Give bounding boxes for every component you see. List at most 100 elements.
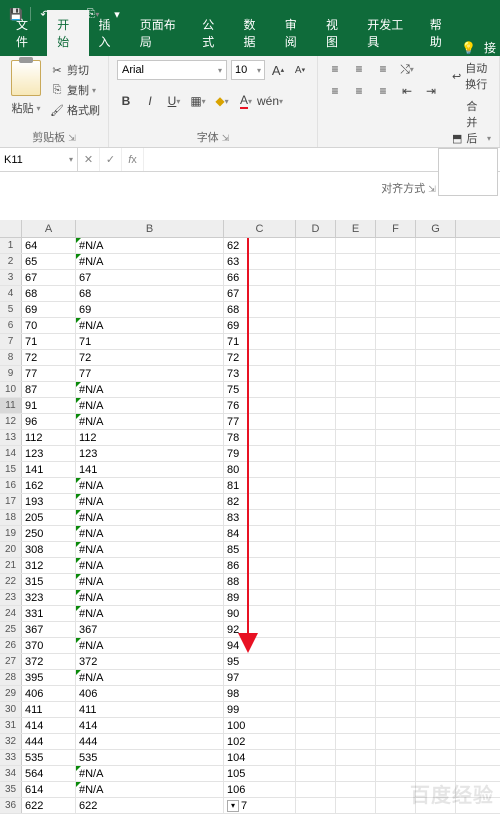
cell[interactable]: 123 xyxy=(22,446,76,461)
cell[interactable] xyxy=(296,430,336,445)
cell[interactable]: 112 xyxy=(76,430,224,445)
cell[interactable] xyxy=(336,686,376,701)
table-row[interactable]: 28395#N/A97 xyxy=(0,670,500,686)
cell[interactable] xyxy=(376,350,416,365)
cell[interactable] xyxy=(336,510,376,525)
cell[interactable] xyxy=(416,430,456,445)
row-header[interactable]: 18 xyxy=(0,510,22,525)
cell[interactable] xyxy=(296,302,336,317)
cell[interactable] xyxy=(336,718,376,733)
cell[interactable]: 444 xyxy=(76,734,224,749)
row-header[interactable]: 36 xyxy=(0,798,22,813)
cell[interactable] xyxy=(416,494,456,509)
tab-layout[interactable]: 页面布局 xyxy=(130,10,193,56)
cell[interactable]: 367 xyxy=(76,622,224,637)
cell[interactable] xyxy=(416,686,456,701)
phonetic-button[interactable]: wén▾ xyxy=(261,92,279,110)
row-header[interactable]: 9 xyxy=(0,366,22,381)
font-launcher[interactable]: ⇲ xyxy=(222,133,230,143)
cell[interactable] xyxy=(416,478,456,493)
cell[interactable] xyxy=(416,318,456,333)
cell[interactable] xyxy=(376,718,416,733)
cell[interactable] xyxy=(336,542,376,557)
cell[interactable] xyxy=(296,350,336,365)
cell[interactable] xyxy=(336,638,376,653)
cell[interactable] xyxy=(376,254,416,269)
table-row[interactable]: 164#N/A62 xyxy=(0,238,500,254)
cell[interactable] xyxy=(336,334,376,349)
table-row[interactable]: 2940640698 xyxy=(0,686,500,702)
cell[interactable] xyxy=(336,622,376,637)
cell[interactable] xyxy=(336,254,376,269)
align-top-button[interactable]: ≡ xyxy=(326,60,344,78)
cell[interactable]: #N/A xyxy=(76,606,224,621)
cell[interactable] xyxy=(376,478,416,493)
cell[interactable] xyxy=(416,286,456,301)
cell[interactable]: 88 xyxy=(224,574,296,589)
cell[interactable] xyxy=(296,606,336,621)
cell[interactable]: 622 xyxy=(76,798,224,813)
cell[interactable] xyxy=(296,526,336,541)
cell[interactable]: 141 xyxy=(22,462,76,477)
cell[interactable]: 91 xyxy=(22,398,76,413)
cell[interactable] xyxy=(416,350,456,365)
cell[interactable] xyxy=(336,654,376,669)
cell[interactable]: 86 xyxy=(224,558,296,573)
cell[interactable]: 75 xyxy=(224,382,296,397)
cell[interactable] xyxy=(416,622,456,637)
cell[interactable]: #N/A xyxy=(76,398,224,413)
worksheet[interactable]: A B C D E F G 164#N/A62265#N/A6336767664… xyxy=(0,220,500,814)
cell[interactable]: 564 xyxy=(22,766,76,781)
cell[interactable]: 71 xyxy=(224,334,296,349)
cell[interactable]: 72 xyxy=(76,350,224,365)
cell[interactable] xyxy=(336,702,376,717)
cell[interactable]: 406 xyxy=(22,686,76,701)
cell[interactable]: 68 xyxy=(224,302,296,317)
align-middle-button[interactable]: ≡ xyxy=(350,60,368,78)
border-button[interactable]: ▦▾ xyxy=(189,92,207,110)
cell[interactable] xyxy=(296,510,336,525)
table-row[interactable]: 24331#N/A90 xyxy=(0,606,500,622)
cell[interactable]: 372 xyxy=(76,654,224,669)
cell[interactable]: 65 xyxy=(22,254,76,269)
cell[interactable]: 87 xyxy=(22,382,76,397)
cell[interactable] xyxy=(336,430,376,445)
paste-button[interactable]: 粘贴▾ xyxy=(11,98,40,118)
cell[interactable] xyxy=(296,238,336,253)
cell[interactable] xyxy=(296,750,336,765)
cell[interactable] xyxy=(376,446,416,461)
row-header[interactable]: 29 xyxy=(0,686,22,701)
row-header[interactable]: 4 xyxy=(0,286,22,301)
cell[interactable]: 312 xyxy=(22,558,76,573)
tab-insert[interactable]: 插入 xyxy=(89,10,130,56)
cell[interactable]: 63 xyxy=(224,254,296,269)
cell[interactable]: 105 xyxy=(224,766,296,781)
cell[interactable]: 67 xyxy=(76,270,224,285)
table-row[interactable]: 9777773 xyxy=(0,366,500,382)
table-row[interactable]: 22315#N/A88 xyxy=(0,574,500,590)
cell[interactable]: 71 xyxy=(22,334,76,349)
table-row[interactable]: 33535535104 xyxy=(0,750,500,766)
row-header[interactable]: 2 xyxy=(0,254,22,269)
table-row[interactable]: 4686867 xyxy=(0,286,500,302)
cell[interactable] xyxy=(296,622,336,637)
table-row[interactable]: 2737237295 xyxy=(0,654,500,670)
cell[interactable]: 193 xyxy=(22,494,76,509)
tell-me-icon[interactable]: 💡 xyxy=(461,41,476,55)
row-header[interactable]: 24 xyxy=(0,606,22,621)
cell[interactable] xyxy=(416,558,456,573)
cell[interactable] xyxy=(416,654,456,669)
cell[interactable] xyxy=(336,734,376,749)
col-header-d[interactable]: D xyxy=(296,220,336,237)
cell[interactable] xyxy=(416,302,456,317)
cell[interactable]: 89 xyxy=(224,590,296,605)
col-header-f[interactable]: F xyxy=(376,220,416,237)
cell[interactable] xyxy=(296,398,336,413)
row-header[interactable]: 30 xyxy=(0,702,22,717)
tab-data[interactable]: 数据 xyxy=(234,10,275,56)
cell[interactable] xyxy=(416,366,456,381)
cell[interactable] xyxy=(416,606,456,621)
align-bottom-button[interactable]: ≡ xyxy=(374,60,392,78)
cell[interactable] xyxy=(376,462,416,477)
cell[interactable]: 97 xyxy=(224,670,296,685)
